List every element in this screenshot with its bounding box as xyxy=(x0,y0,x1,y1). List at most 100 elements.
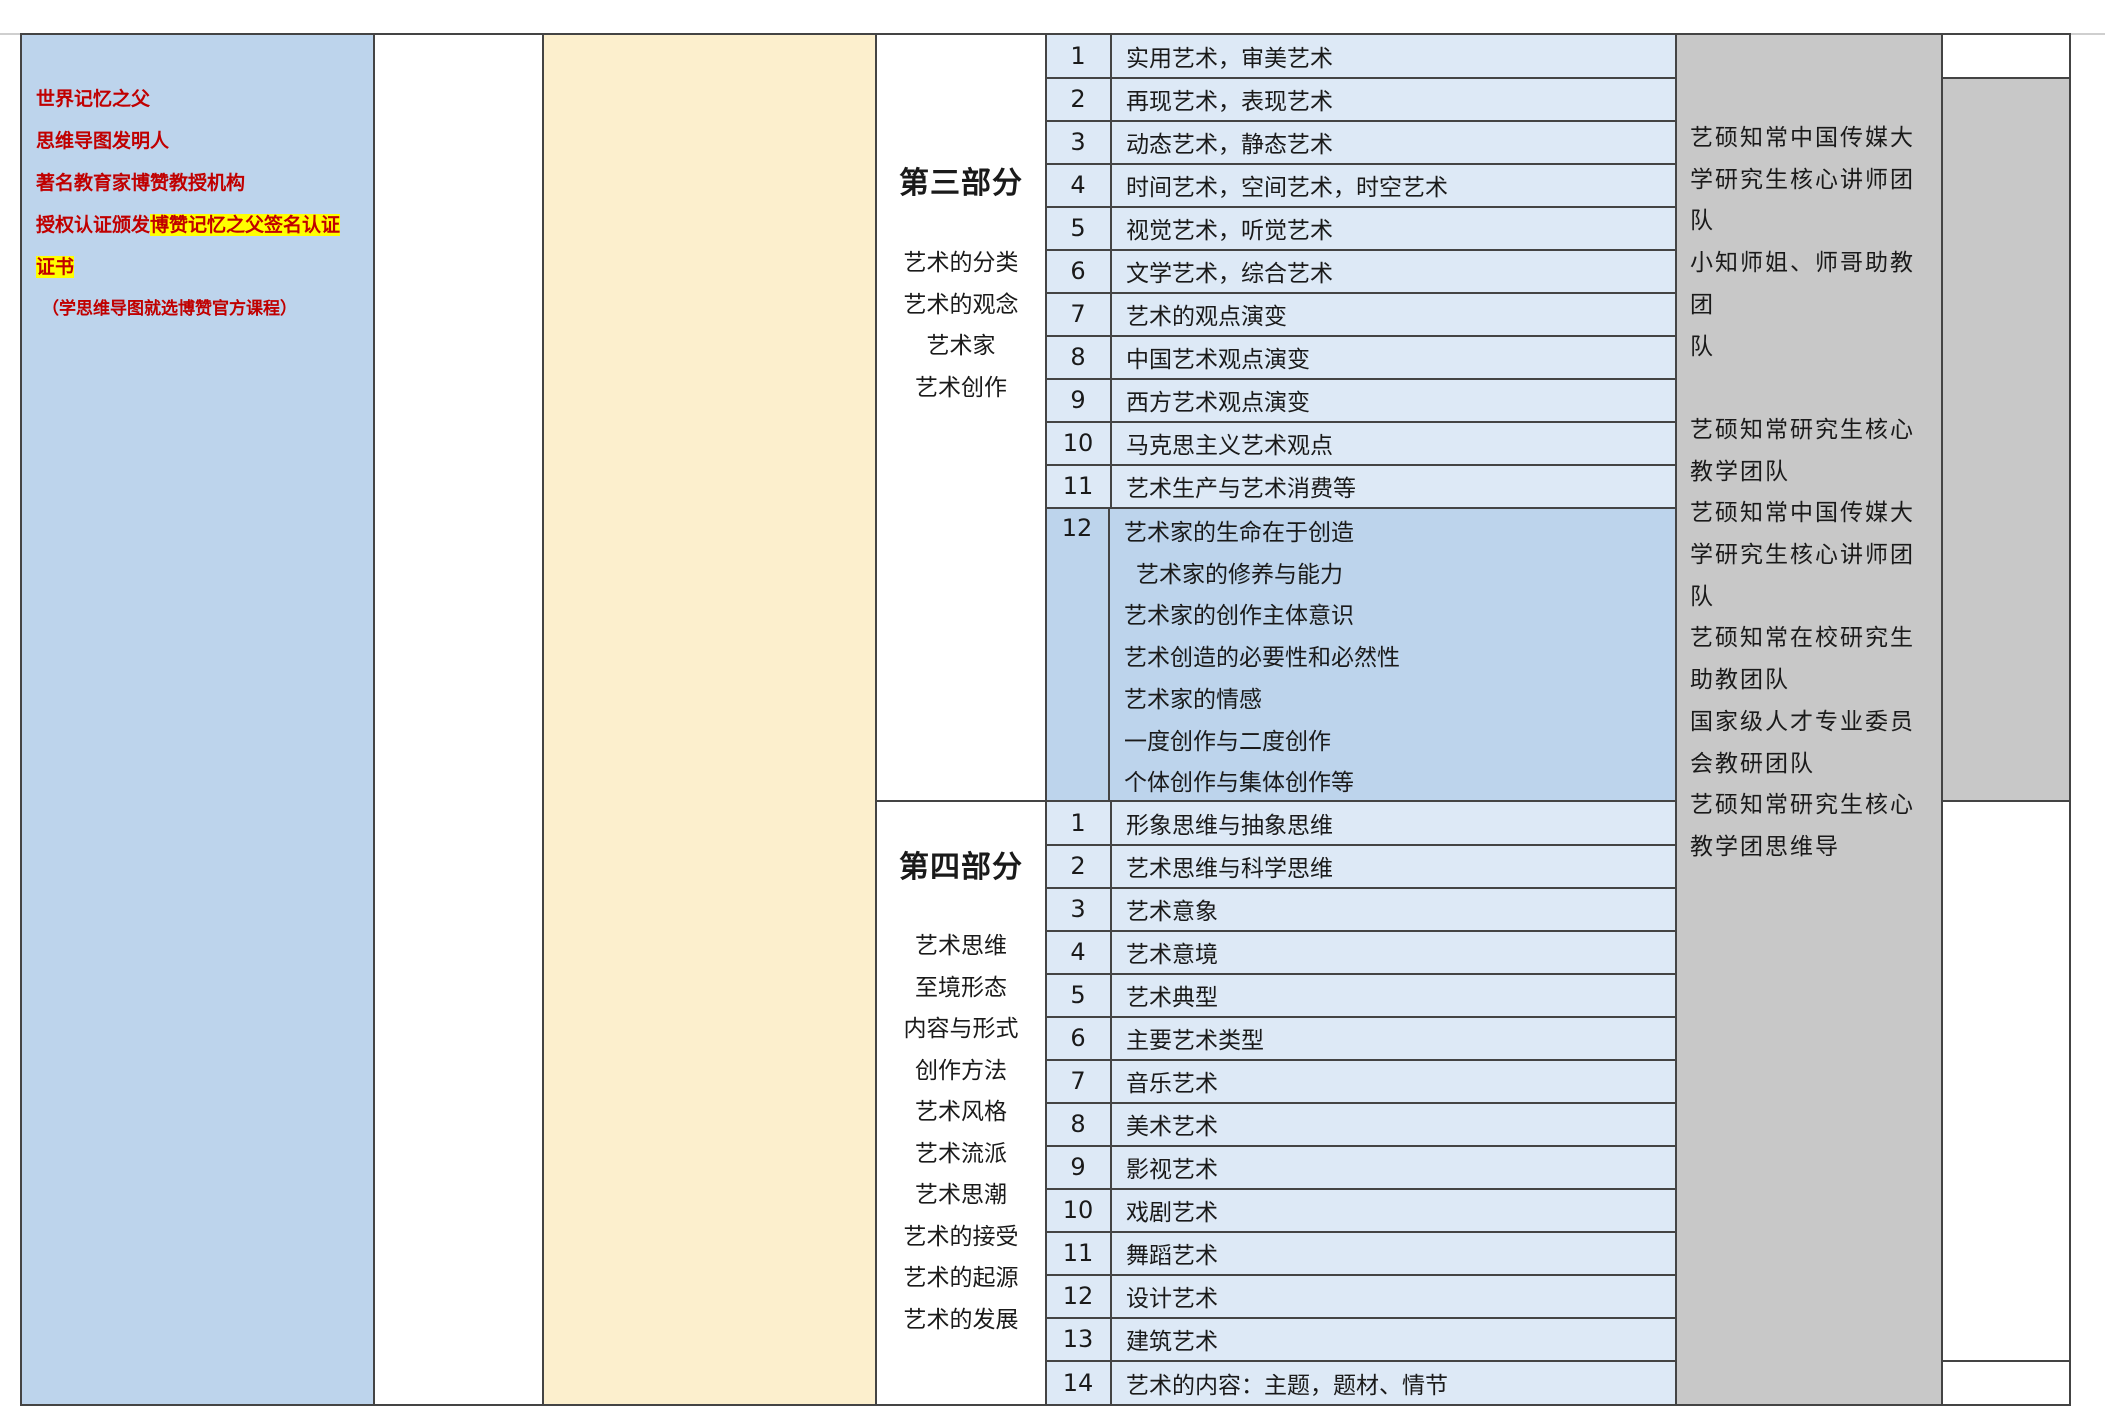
row-text: 美术艺术 xyxy=(1112,1102,1676,1145)
table-row: 2 再现艺术，表现艺术 xyxy=(1046,77,1676,120)
table-row: 9 西方艺术观点演变 xyxy=(1046,378,1676,421)
table-row: 7 音乐艺术 xyxy=(1046,1059,1676,1102)
intro-line-4: 授权认证颁发博赞记忆之父签名认证 xyxy=(36,204,366,246)
grid-line xyxy=(1045,34,1047,1406)
grid-line xyxy=(20,33,2071,35)
row-number: 4 xyxy=(1046,163,1112,206)
team-line: 艺硕知常中国传媒大 xyxy=(1690,500,1915,527)
row-number: 9 xyxy=(1046,1145,1112,1188)
grid-line xyxy=(1675,34,1677,1406)
row-number: 5 xyxy=(1046,973,1112,1016)
part4-topic: 至境形态 xyxy=(915,974,1007,1001)
table-row: 13 建筑艺术 xyxy=(1046,1317,1676,1360)
grid-line xyxy=(1045,844,1676,846)
intro-line-4-plain: 授权认证颁发 xyxy=(36,214,151,236)
row-number: 8 xyxy=(1046,1102,1112,1145)
grid-line xyxy=(373,34,375,1406)
part4-topic: 艺术的发展 xyxy=(903,1306,1019,1333)
team-line: 教学团思维导 xyxy=(1690,833,1840,860)
row-number: 2 xyxy=(1046,844,1112,887)
table-row: 2 艺术思维与科学思维 xyxy=(1046,844,1676,887)
table-row: 14 艺术的内容：主题，题材、情节 xyxy=(1046,1360,1676,1405)
row-text: 再现艺术，表现艺术 xyxy=(1112,77,1676,120)
row-number: 3 xyxy=(1046,120,1112,163)
grid-line xyxy=(1045,120,1676,122)
row-number: 2 xyxy=(1046,77,1112,120)
grid-line xyxy=(542,34,544,1406)
row-text: 艺术典型 xyxy=(1112,973,1676,1016)
grid-line xyxy=(1045,1188,1676,1190)
table-row: 6 文学艺术，综合艺术 xyxy=(1046,249,1676,292)
part4-topic: 艺术思维 xyxy=(915,933,1007,959)
part4-topic: 艺术流派 xyxy=(915,1140,1007,1167)
column-empty-1 xyxy=(374,34,543,1405)
team-line: 会教研团队 xyxy=(1690,750,1815,777)
team-line: 艺硕知常研究生核心 xyxy=(1690,416,1915,443)
grid-line xyxy=(1045,1016,1676,1018)
row-number: 6 xyxy=(1046,1016,1112,1059)
row-number: 5 xyxy=(1046,206,1112,249)
row-line: 个体创作与集体创作等 xyxy=(1124,770,1354,797)
team-line: 队 xyxy=(1690,208,1715,235)
table-row: 7 艺术的观点演变 xyxy=(1046,292,1676,335)
table-row: 12 设计艺术 xyxy=(1046,1274,1676,1317)
grid-line xyxy=(1045,1231,1676,1233)
grid-line xyxy=(1045,1102,1676,1104)
row-line: 一度创作与二度创作 xyxy=(1124,728,1331,755)
grid-line xyxy=(1045,1274,1676,1276)
team-line: 学研究生核心讲师团 xyxy=(1690,542,1915,569)
table-row: 3 艺术意象 xyxy=(1046,887,1676,930)
grid-line xyxy=(1045,973,1676,975)
row-line: 艺术家的情感 xyxy=(1124,686,1262,713)
row-text: 影视艺术 xyxy=(1112,1145,1676,1188)
intro-line-5: 证书 xyxy=(36,246,366,288)
grid-line xyxy=(1941,77,2071,79)
row-text: 文学艺术，综合艺术 xyxy=(1112,249,1676,292)
table-row: 11 舞蹈艺术 xyxy=(1046,1231,1676,1274)
part3-topics: 艺术的分类 艺术的观念 艺术家 艺术创作 xyxy=(876,243,1046,409)
row-number: 3 xyxy=(1046,887,1112,930)
grid-line xyxy=(1045,1317,1676,1319)
row-text: 艺术意象 xyxy=(1112,887,1676,930)
row-text: 中国艺术观点演变 xyxy=(1112,335,1676,378)
row-text: 马克思主义艺术观点 xyxy=(1112,421,1676,464)
grid-line xyxy=(1045,335,1676,337)
row-number: 10 xyxy=(1046,421,1112,464)
row-number: 14 xyxy=(1046,1360,1112,1405)
row-number: 13 xyxy=(1046,1317,1112,1360)
row-text: 实用艺术，审美艺术 xyxy=(1112,34,1676,77)
intro-line-1: 世界记忆之父 xyxy=(36,88,151,110)
grid-line xyxy=(1941,1360,2071,1362)
part3-title: 第三部分 xyxy=(899,166,1023,201)
grid-line xyxy=(1045,887,1676,889)
row-text: 艺术意境 xyxy=(1112,930,1676,973)
grid-line xyxy=(1045,206,1676,208)
table-row: 4 艺术意境 xyxy=(1046,930,1676,973)
table-row: 4 时间艺术，空间艺术，时空艺术 xyxy=(1046,163,1676,206)
grid-line xyxy=(20,34,22,1406)
part4-topic: 艺术思潮 xyxy=(915,1182,1007,1208)
part3-topic: 艺术家 xyxy=(926,333,996,359)
intro-line-5-highlight: 证书 xyxy=(36,256,75,278)
table-row: 1 形象思维与抽象思维 xyxy=(1046,801,1676,844)
table-row: 8 美术艺术 xyxy=(1046,1102,1676,1145)
table-row-multiline: 12 艺术家的生命在于创造 艺术家的修养与能力 艺术家的创作主体意识 艺术创造的… xyxy=(1046,507,1676,801)
intro-note: （学思维导图就选博赞官方课程） xyxy=(42,299,297,319)
intro-notes: 世界记忆之父 思维导图发明人 著名教育家博赞教授机构 授权认证颁发博赞记忆之父签… xyxy=(36,78,366,330)
row-text: 主要艺术类型 xyxy=(1112,1016,1676,1059)
row-number: 11 xyxy=(1046,464,1112,507)
table-row: 8 中国艺术观点演变 xyxy=(1046,335,1676,378)
grid-line xyxy=(1045,378,1676,380)
row-number: 12 xyxy=(1046,507,1110,801)
column-empty-2 xyxy=(543,34,876,1405)
intro-line-4-highlight: 博赞记忆之父签名认证 xyxy=(150,214,341,236)
row-number: 9 xyxy=(1046,378,1112,421)
team-line: 队 xyxy=(1690,583,1715,610)
grid-line xyxy=(875,34,877,1406)
row-number: 12 xyxy=(1046,1274,1112,1317)
grid-line xyxy=(1045,421,1676,423)
row-text: 戏剧艺术 xyxy=(1112,1188,1676,1231)
row-number: 8 xyxy=(1046,335,1112,378)
part4-title: 第四部分 xyxy=(899,850,1023,885)
grid-line xyxy=(1045,1059,1676,1061)
